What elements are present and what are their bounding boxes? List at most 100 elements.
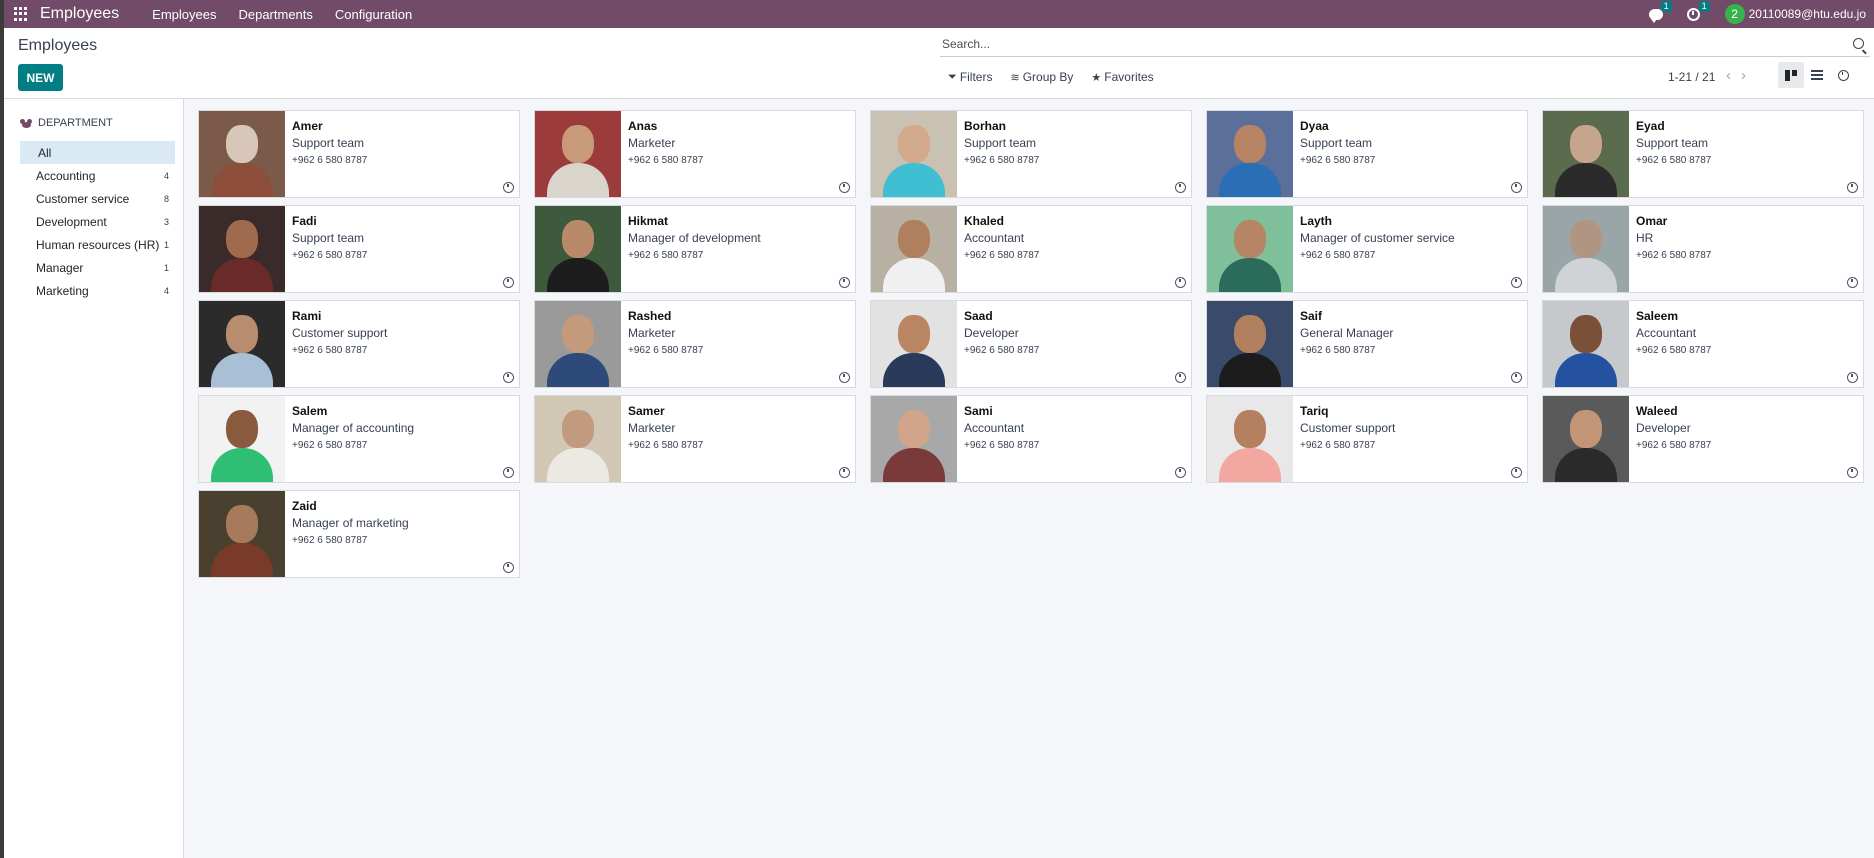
menu-departments[interactable]: Departments: [227, 7, 323, 22]
department-item-development[interactable]: Development 3: [20, 210, 175, 233]
employee-card[interactable]: Rami Customer support +962 6 580 8787: [198, 300, 520, 388]
activity-clock-icon[interactable]: [839, 277, 850, 288]
activity-clock-icon[interactable]: [1847, 372, 1858, 383]
activity-clock-icon[interactable]: [839, 372, 850, 383]
activity-clock-icon[interactable]: [1511, 182, 1522, 193]
employee-card[interactable]: Rashed Marketer +962 6 580 8787: [534, 300, 856, 388]
employee-card[interactable]: Samer Marketer +962 6 580 8787: [534, 395, 856, 483]
photo-body: [211, 543, 273, 577]
employee-card[interactable]: Saleem Accountant +962 6 580 8787: [1542, 300, 1864, 388]
activity-clock-icon[interactable]: [503, 372, 514, 383]
employee-info: Anas Marketer +962 6 580 8787: [621, 111, 855, 197]
employee-card[interactable]: Eyad Support team +962 6 580 8787: [1542, 110, 1864, 198]
employee-card[interactable]: Fadi Support team +962 6 580 8787: [198, 205, 520, 293]
employee-card[interactable]: Zaid Manager of marketing +962 6 580 8787: [198, 490, 520, 578]
employee-card[interactable]: Amer Support team +962 6 580 8787: [198, 110, 520, 198]
department-item-customer-service[interactable]: Customer service 8: [20, 187, 175, 210]
employee-card[interactable]: Waleed Developer +962 6 580 8787: [1542, 395, 1864, 483]
employee-phone: +962 6 580 8787: [964, 250, 1040, 261]
activity-clock-icon[interactable]: [839, 467, 850, 478]
user-avatar[interactable]: 2: [1724, 4, 1745, 24]
menu-employees[interactable]: Employees: [141, 7, 227, 22]
photo-head: [562, 410, 594, 448]
employee-card[interactable]: Sami Accountant +962 6 580 8787: [870, 395, 1192, 483]
next-page-icon[interactable]: ›: [1741, 67, 1746, 84]
breadcrumb: Employees: [18, 37, 98, 54]
activity-view-button[interactable]: [1830, 62, 1856, 88]
search-input[interactable]: [940, 37, 1820, 51]
user-email[interactable]: 20110089@htu.edu.jo: [1749, 7, 1866, 21]
employee-info: Rashed Marketer +962 6 580 8787: [621, 301, 855, 387]
employee-photo: [1543, 206, 1629, 292]
employee-card[interactable]: Salem Manager of accounting +962 6 580 878…: [198, 395, 520, 483]
photo-head: [1234, 315, 1266, 353]
employee-card[interactable]: Layth Manager of customer service +962 6 5…: [1206, 205, 1528, 293]
groupby-button[interactable]: ≋ Group By: [1010, 70, 1073, 84]
pager-value[interactable]: 1-21 / 21: [1668, 70, 1715, 84]
employee-card[interactable]: Hikmat Manager of development +962 6 580 8…: [534, 205, 856, 293]
employee-info: Sami Accountant +962 6 580 8787: [957, 396, 1191, 482]
activity-clock-icon[interactable]: [1847, 467, 1858, 478]
app-title[interactable]: Employees: [40, 5, 119, 23]
department-item-marketing[interactable]: Marketing 4: [20, 279, 175, 302]
employee-card[interactable]: Saif General Manager +962 6 580 8787: [1206, 300, 1528, 388]
photo-head: [1570, 410, 1602, 448]
employee-card[interactable]: Borhan Support team +962 6 580 8787: [870, 110, 1192, 198]
messages-button[interactable]: 1: [1648, 1, 1672, 23]
department-item-human-resources[interactable]: Human resources (HR) 1: [20, 233, 175, 256]
activity-clock-icon[interactable]: [1175, 182, 1186, 193]
employee-name: Saleem: [1636, 309, 1679, 323]
activity-clock-icon[interactable]: [1511, 277, 1522, 288]
activity-clock-icon[interactable]: [1175, 467, 1186, 478]
activity-clock-icon[interactable]: [1511, 372, 1522, 383]
activities-button[interactable]: 1: [1686, 1, 1710, 21]
employee-card[interactable]: Anas Marketer +962 6 580 8787: [534, 110, 856, 198]
employee-name: Anas: [628, 119, 658, 133]
photo-head: [226, 315, 258, 353]
photo-body: [883, 163, 945, 197]
activity-clock-icon[interactable]: [1847, 182, 1858, 193]
activity-clock-icon[interactable]: [839, 182, 850, 193]
employee-card[interactable]: Khaled Accountant +962 6 580 8787: [870, 205, 1192, 293]
list-view-button[interactable]: [1804, 62, 1830, 88]
employee-card[interactable]: Dyaa Support team +962 6 580 8787: [1206, 110, 1528, 198]
employee-info: Zaid Manager of marketing +962 6 580 8787: [285, 491, 519, 577]
department-item-manager[interactable]: Manager 1: [20, 256, 175, 279]
activity-clock-icon[interactable]: [1175, 372, 1186, 383]
activity-clock-icon[interactable]: [1847, 277, 1858, 288]
activity-clock-icon[interactable]: [1175, 277, 1186, 288]
employee-photo: [1543, 301, 1629, 387]
employee-name: Rami: [292, 309, 322, 323]
new-button[interactable]: NEW: [18, 64, 63, 91]
activity-clock-icon[interactable]: [1511, 467, 1522, 478]
apps-menu-icon[interactable]: [14, 7, 28, 21]
photo-head: [898, 410, 930, 448]
employee-name: Tariq: [1300, 404, 1329, 418]
photo-body: [211, 258, 273, 292]
employee-card[interactable]: Saad Developer +962 6 580 8787: [870, 300, 1192, 388]
photo-head: [226, 125, 258, 163]
filters-button[interactable]: ⏷ Filters: [948, 70, 992, 84]
employee-photo: [199, 491, 285, 577]
clock-icon: [1837, 69, 1849, 81]
search-icon[interactable]: [1853, 38, 1864, 49]
department-label: All: [38, 145, 52, 160]
employee-card[interactable]: Omar HR +962 6 580 8787: [1542, 205, 1864, 293]
employee-card[interactable]: Tariq Customer support +962 6 580 8787: [1206, 395, 1528, 483]
activity-clock-icon[interactable]: [503, 182, 514, 193]
photo-body: [1219, 448, 1281, 482]
employee-phone: +962 6 580 8787: [292, 535, 368, 546]
photo-head: [1234, 410, 1266, 448]
favorites-button[interactable]: ★ Favorites: [1091, 70, 1153, 84]
activity-clock-icon[interactable]: [503, 562, 514, 573]
photo-head: [226, 220, 258, 258]
kanban-view-button[interactable]: [1778, 62, 1804, 88]
previous-page-icon[interactable]: ‹: [1726, 67, 1731, 84]
menu-configuration[interactable]: Configuration: [324, 7, 423, 22]
photo-head: [898, 220, 930, 258]
activity-clock-icon[interactable]: [503, 467, 514, 478]
department-item-accounting[interactable]: Accounting 4: [20, 164, 175, 187]
employee-name: Dyaa: [1300, 119, 1329, 133]
department-item-all[interactable]: All: [20, 141, 175, 164]
activity-clock-icon[interactable]: [503, 277, 514, 288]
